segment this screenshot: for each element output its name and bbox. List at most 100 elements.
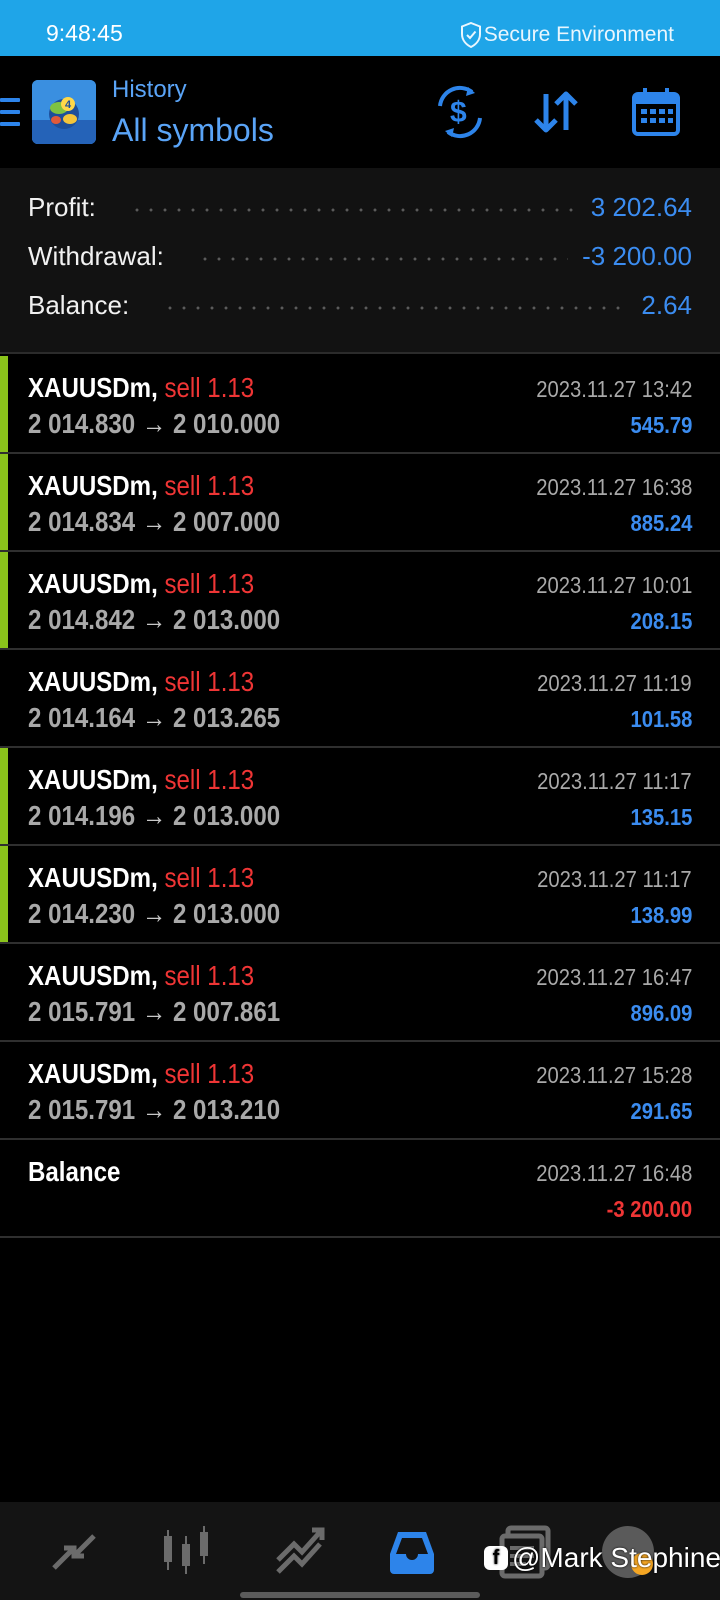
deal-arrow: → (142, 506, 167, 537)
deal-close-price: 2 007.861 (172, 996, 281, 1027)
deal-close-price: 2 007.000 (172, 506, 281, 537)
deal-row[interactable]: XAUUSDm, sell 1.13 2 014.834 → 2 007.000 2… (0, 454, 720, 552)
history-icon[interactable] (384, 1524, 440, 1580)
app-logo-icon: 4 (32, 80, 96, 144)
deal-open-price: 2 014.230 (28, 898, 136, 929)
sort-icon[interactable] (528, 84, 584, 140)
deal-profit: 138.99 (630, 902, 692, 928)
dotted-leader (163, 306, 628, 310)
shield-check-icon (460, 22, 481, 48)
deal-type: sell 1.13 (164, 1058, 255, 1089)
deal-close-price: 2 013.000 (172, 604, 281, 635)
deal-close-price: 2 013.265 (172, 702, 281, 733)
deal-profit: 101.58 (630, 706, 692, 732)
deal-close-price: 2 013.210 (172, 1094, 281, 1125)
deal-profit: 291.65 (630, 1098, 692, 1124)
deal-symbol: XAUUSDm, (28, 372, 158, 403)
facebook-icon: f (484, 1546, 508, 1570)
secure-environment-label: Secure Environment (483, 23, 674, 46)
deal-time: 2023.11.27 10:01 (535, 572, 692, 598)
deal-type: sell 1.13 (164, 666, 255, 697)
currency-exchange-icon[interactable]: $ (432, 84, 488, 140)
balance-operation-amount: -3 200.00 (606, 1196, 692, 1222)
chart-icon[interactable] (160, 1524, 216, 1580)
deal-close-price: 2 013.000 (172, 898, 281, 929)
deal-open-price: 2 014.830 (28, 408, 136, 439)
deal-time: 2023.11.27 15:28 (535, 1062, 692, 1088)
position-indicator-bar (0, 846, 8, 942)
history-summary: Profit: 3 202.64 Withdrawal: -3 200.00 B… (0, 168, 720, 354)
position-indicator-bar (0, 454, 8, 550)
deal-type: sell 1.13 (164, 862, 255, 893)
deal-type: sell 1.13 (164, 764, 255, 795)
deal-row[interactable]: XAUUSDm, sell 1.13 2 014.164 → 2 013.265 2… (0, 650, 720, 748)
trade-icon[interactable] (272, 1524, 328, 1580)
deal-type: sell 1.13 (164, 960, 255, 991)
deal-symbol: XAUUSDm, (28, 568, 158, 599)
deal-row[interactable]: XAUUSDm, sell 1.13 2 015.791 → 2 013.210 2… (0, 1042, 720, 1140)
deal-row[interactable]: XAUUSDm, sell 1.13 2 015.791 → 2 007.861 2… (0, 944, 720, 1042)
deal-profit: 208.15 (630, 608, 692, 634)
header-title[interactable]: All symbols (112, 112, 274, 149)
deal-arrow: → (142, 996, 167, 1027)
deal-symbol: XAUUSDm, (28, 666, 158, 697)
deal-symbol: XAUUSDm, (28, 1058, 158, 1089)
deal-type: sell 1.13 (164, 568, 255, 599)
balance-label: Balance: (28, 289, 130, 320)
deal-symbol: XAUUSDm, (28, 470, 158, 501)
deal-profit: 885.24 (630, 510, 692, 536)
deal-row[interactable]: XAUUSDm, sell 1.13 2 014.842 → 2 013.000 2… (0, 552, 720, 650)
summary-withdrawal-row: Withdrawal: -3 200.00 (28, 239, 692, 273)
deal-row[interactable]: XAUUSDm, sell 1.13 2 014.196 → 2 013.000 2… (0, 748, 720, 846)
deal-time: 2023.11.27 16:38 (535, 474, 692, 500)
deal-arrow: → (142, 408, 167, 439)
deal-symbol: XAUUSDm, (28, 862, 158, 893)
svg-text:$: $ (450, 96, 467, 129)
status-bar: 9:48:45 Secure Environment (0, 0, 720, 56)
watermark: f @Mark Stephine (484, 1542, 720, 1574)
deal-row[interactable]: XAUUSDm, sell 1.13 2 014.830 → 2 010.000 2… (0, 356, 720, 454)
dotted-leader (129, 208, 577, 212)
quotes-icon[interactable] (46, 1524, 102, 1580)
deal-symbol: XAUUSDm, (28, 960, 158, 991)
status-time: 9:48:45 (46, 20, 123, 46)
deal-time: 2023.11.27 13:42 (535, 376, 692, 402)
calendar-icon[interactable] (628, 84, 684, 140)
profit-label: Profit: (28, 191, 96, 222)
deal-type: sell 1.13 (164, 372, 255, 403)
deal-open-price: 2 014.164 (28, 702, 136, 733)
deal-row[interactable]: XAUUSDm, sell 1.13 2 014.230 → 2 013.000 2… (0, 846, 720, 944)
profit-value: 3 202.64 (590, 191, 692, 222)
svg-text:4: 4 (65, 99, 72, 111)
deal-open-price: 2 014.834 (28, 506, 136, 537)
app-header (0, 56, 720, 168)
deal-profit: 135.15 (630, 804, 692, 830)
deal-open-price: 2 014.842 (28, 604, 136, 635)
balance-operation-row[interactable]: Balance 2023.11.27 16:48 -3 200.00 (0, 1140, 720, 1238)
deal-arrow: → (142, 702, 167, 733)
balance-value: 2.64 (641, 289, 692, 320)
deal-arrow: → (142, 800, 167, 831)
balance-operation-time: 2023.11.27 16:48 (535, 1160, 692, 1186)
balance-operation-label: Balance (28, 1156, 121, 1187)
withdrawal-value: -3 200.00 (582, 240, 692, 271)
watermark-text: @Mark Stephine (512, 1542, 720, 1573)
deal-profit: 896.09 (630, 1000, 692, 1026)
position-indicator-bar (0, 356, 8, 452)
deal-arrow: → (142, 898, 167, 929)
deal-open-price: 2 015.791 (28, 1094, 136, 1125)
deal-arrow: → (142, 1094, 167, 1125)
deal-time: 2023.11.27 11:17 (537, 866, 692, 892)
deal-close-price: 2 013.000 (172, 800, 281, 831)
home-indicator[interactable] (240, 1592, 480, 1598)
menu-icon[interactable] (0, 96, 22, 130)
summary-balance-row: Balance: 2.64 (28, 288, 692, 322)
position-indicator-bar (0, 552, 8, 648)
deal-profit: 545.79 (630, 412, 692, 438)
deal-open-price: 2 015.791 (28, 996, 136, 1027)
deal-time: 2023.11.27 11:19 (537, 670, 692, 696)
deal-arrow: → (142, 604, 167, 635)
deal-time: 2023.11.27 11:17 (537, 768, 692, 794)
deal-symbol: XAUUSDm, (28, 764, 158, 795)
deal-open-price: 2 014.196 (28, 800, 136, 831)
